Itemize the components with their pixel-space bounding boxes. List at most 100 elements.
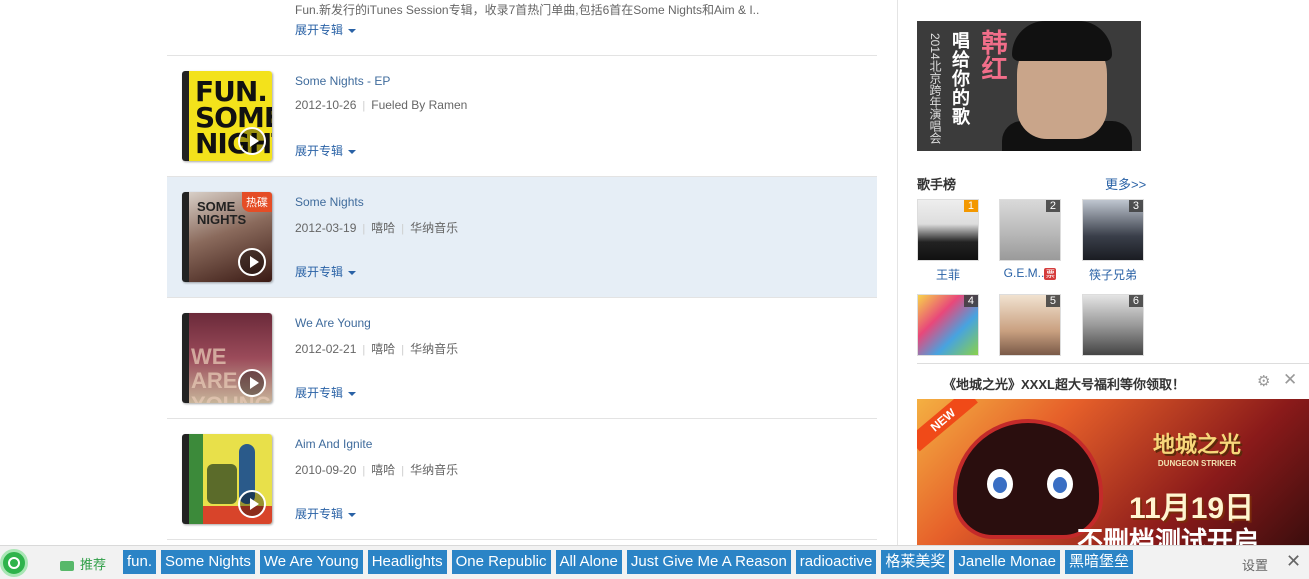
album-spine [182, 192, 189, 282]
recommend-tag[interactable]: Just Give Me A Reason [626, 550, 791, 574]
more-link[interactable]: 更多>> [1105, 174, 1146, 193]
separator: | [362, 465, 366, 477]
album-genre[interactable]: 嘻哈 [371, 221, 395, 235]
caret-down-icon [348, 512, 357, 517]
column-divider [897, 0, 898, 545]
ad-game-logo: 地城之光 DUNGEON STRIKER [1153, 427, 1241, 468]
album-label[interactable]: Fueled By Ramen [371, 98, 467, 112]
play-icon[interactable] [238, 248, 266, 276]
expand-album-link[interactable]: 展开专辑 [295, 505, 357, 522]
singer-avatar[interactable]: 6 [1082, 294, 1144, 356]
singer-avatar[interactable]: 1 [917, 199, 979, 261]
banner-artist: 韩红 [978, 29, 1008, 81]
album-list: Fun.新发行的iTunes Session专辑，收录7首热门单曲,包括6首在S… [167, 0, 877, 545]
recommend-tag[interactable]: Headlights [367, 550, 447, 574]
banner-figure-hair [1012, 21, 1112, 61]
recommend-icon [60, 560, 74, 571]
rank-badge: 2 [1045, 200, 1060, 212]
album-title[interactable]: Some Nights [295, 195, 364, 209]
play-icon[interactable] [238, 369, 266, 397]
singer-name[interactable]: 筷子兄弟 [1082, 266, 1144, 283]
singer-name[interactable]: G.E.M.. [1004, 266, 1045, 280]
recommend-tag[interactable]: 黑暗堡垒 [1064, 550, 1133, 574]
expand-label: 展开专辑 [295, 23, 344, 37]
separator: | [401, 465, 405, 477]
bottom-recommend-bar: 推荐 fun. Some Nights We Are Young Headlig… [0, 545, 1309, 579]
rank-badge: 4 [963, 295, 978, 307]
singer-name[interactable]: 王菲 [917, 266, 979, 283]
album-genre[interactable]: 嘻哈 [371, 463, 395, 477]
recommend-tag[interactable]: radioactive [795, 550, 877, 574]
ticket-icon[interactable]: 票 [1044, 267, 1057, 280]
album-title[interactable]: Aim And Ignite [295, 437, 372, 451]
play-icon[interactable] [238, 127, 266, 155]
rank-badge: 6 [1128, 295, 1143, 307]
singer-avatar[interactable]: 3 [1082, 199, 1144, 261]
expand-album-link[interactable]: 展开专辑 [295, 142, 357, 159]
player-icon[interactable] [0, 549, 28, 577]
separator: | [362, 344, 366, 356]
rank-badge: 3 [1128, 200, 1143, 212]
recommend-tags: fun. Some Nights We Are Young Headlights… [123, 550, 1133, 574]
rank-badge: 1 [963, 200, 978, 212]
settings-link[interactable]: 设置 [1242, 555, 1268, 574]
singer-name-row: G.E.M..票 [999, 266, 1061, 280]
expand-label: 展开专辑 [295, 386, 344, 400]
album-meta: 2010-09-20 | 嘻哈 | 华纳音乐 [295, 461, 458, 478]
recommend-tag[interactable]: One Republic [451, 550, 551, 574]
album-meta: 2012-03-19 | 嘻哈 | 华纳音乐 [295, 219, 458, 236]
caret-down-icon [348, 391, 357, 396]
singer-avatar[interactable]: 4 [917, 294, 979, 356]
ad-image[interactable]: NEW 地城之光 DUNGEON STRIKER 11月19日 不删档测试开启 [917, 399, 1309, 545]
close-icon[interactable]: ✕ [1283, 370, 1297, 390]
cover-stripe [189, 434, 203, 524]
album-date: 2012-03-19 [295, 221, 357, 235]
singer-avatar[interactable]: 5 [999, 294, 1061, 356]
cover-text: SOME NIGHTS [197, 199, 247, 227]
expand-album-link[interactable]: 展开专辑 [295, 21, 357, 38]
separator: | [362, 100, 366, 112]
singer-ranking-title: 歌手榜 [917, 177, 957, 192]
expand-label: 展开专辑 [295, 507, 344, 521]
album-label[interactable]: 华纳音乐 [410, 221, 458, 235]
album-title[interactable]: Some Nights - EP [295, 74, 390, 88]
album-date: 2012-10-26 [295, 98, 357, 112]
recommend-tag[interactable]: Some Nights [161, 550, 255, 574]
concert-banner[interactable]: 2014北京跨年演唱会 唱给你的歌 韩红 [917, 21, 1141, 151]
page: Fun.新发行的iTunes Session专辑，收录7首热门单曲,包括6首在S… [0, 0, 1309, 579]
album-genre[interactable]: 嘻哈 [371, 342, 395, 356]
ad-character-eye [987, 469, 1013, 499]
album-label[interactable]: 华纳音乐 [410, 463, 458, 477]
play-icon[interactable] [238, 490, 266, 518]
banner-event: 2014北京跨年演唱会 [928, 33, 942, 144]
singer-avatar[interactable]: 2 [999, 199, 1061, 261]
recommend-tag[interactable]: fun. [123, 550, 157, 574]
album-cover[interactable]: WE ARE YOUNG [182, 313, 272, 403]
expand-album-link[interactable]: 展开专辑 [295, 384, 357, 401]
album-item: WE ARE YOUNG We Are Young 2012-02-21 | 嘻哈 |… [167, 298, 877, 419]
recommend-tag[interactable]: 格莱美奖 [881, 550, 950, 574]
ad-logo-text: 地城之光 [1153, 432, 1242, 457]
banner-slogan: 唱给你的歌 [950, 31, 970, 126]
ad-title[interactable]: 《地城之光》XXXL超大号福利等你领取！ [943, 374, 1185, 393]
album-description: Fun.新发行的iTunes Session专辑，收录7首热门单曲,包括6首在S… [295, 3, 760, 17]
close-icon[interactable]: ✕ [1286, 551, 1301, 572]
ad-subtitle: 不删档测试开启 [1077, 526, 1260, 545]
expand-album-link[interactable]: 展开专辑 [295, 263, 357, 280]
recommend-text: 推荐 [80, 557, 107, 572]
album-cover[interactable]: FUN. SOME NIGHTS [182, 71, 272, 161]
album-item: Fun.新发行的iTunes Session专辑，收录7首热门单曲,包括6首在S… [167, 0, 877, 56]
album-cover[interactable]: SOME NIGHTS 热碟 [182, 192, 272, 282]
album-label[interactable]: 华纳音乐 [410, 342, 458, 356]
rank-badge: 5 [1045, 295, 1060, 307]
caret-down-icon [348, 270, 357, 275]
album-spine [182, 71, 189, 161]
gear-icon[interactable]: ⚙ [1257, 372, 1270, 390]
recommend-tag[interactable]: Janelle Monae [954, 550, 1060, 574]
album-cover[interactable] [182, 434, 272, 524]
album-title[interactable]: We Are Young [295, 316, 371, 330]
recommend-tag[interactable]: We Are Young [259, 550, 363, 574]
caret-down-icon [348, 28, 357, 33]
recommend-tag[interactable]: All Alone [555, 550, 622, 574]
album-item: Aim And Ignite 2010-09-20 | 嘻哈 | 华纳音乐 展开专辑 [167, 419, 877, 540]
